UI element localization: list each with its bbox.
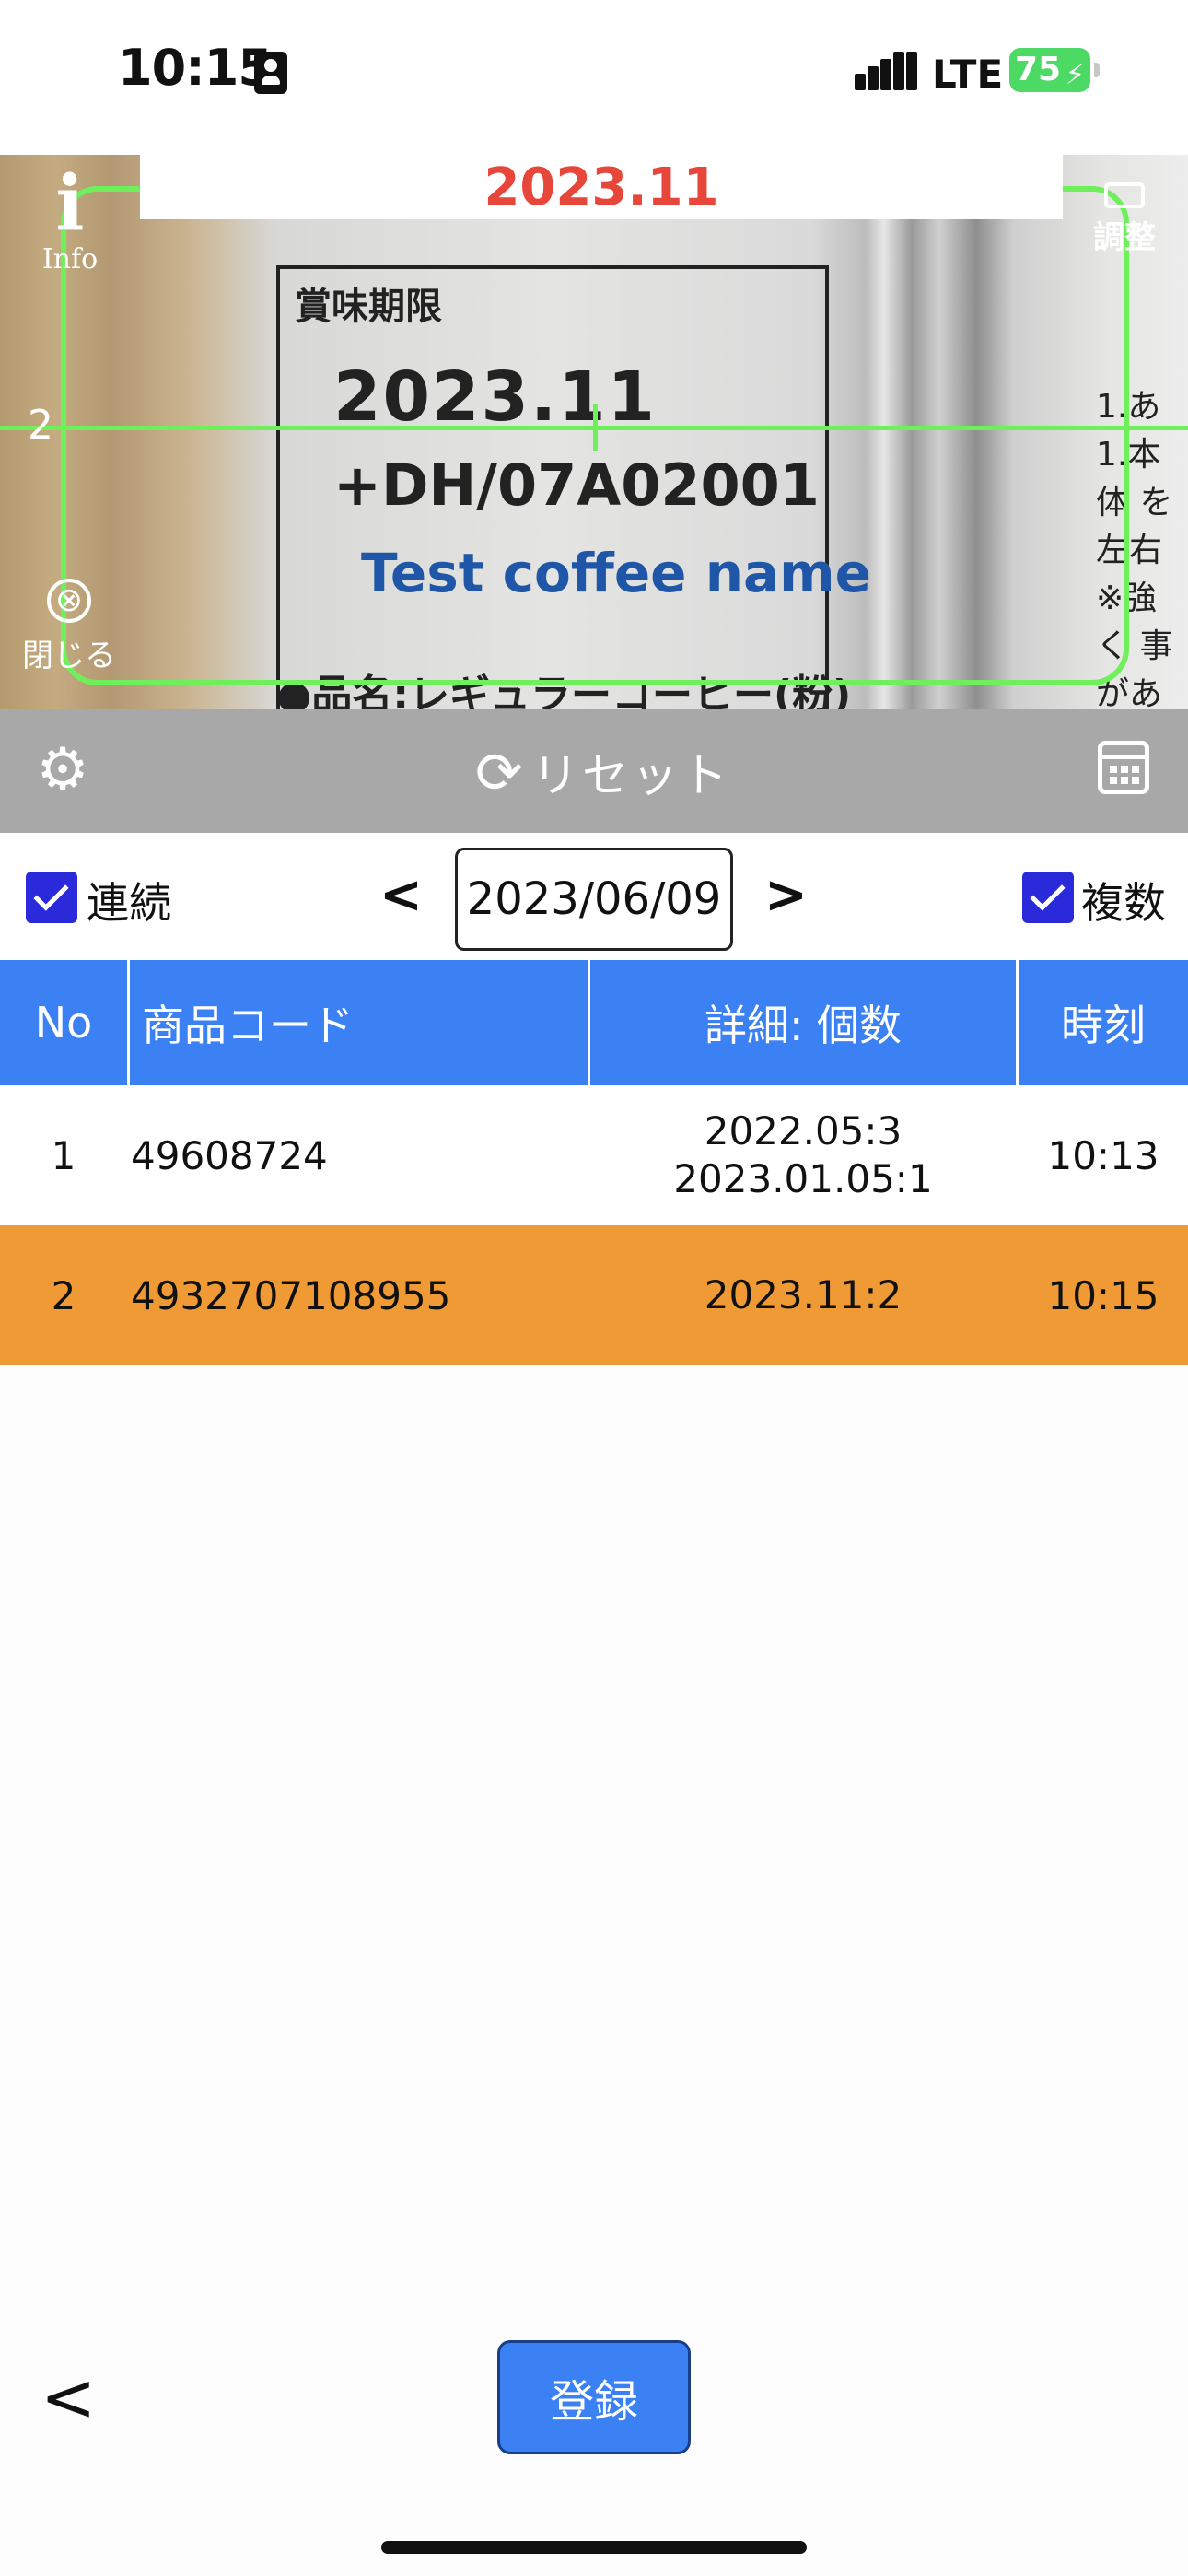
next-date-chevron-icon[interactable]: > (764, 870, 808, 921)
row-code: 4932707108955 (131, 1272, 451, 1318)
settings-gear-icon[interactable]: ⚙ (31, 739, 94, 802)
row-no: 1 (51, 1132, 76, 1178)
date-field[interactable]: 2023/06/09 (455, 848, 733, 951)
close-camera-button[interactable]: ⊗ 閉じる (18, 579, 120, 689)
prev-date-chevron-icon[interactable]: < (379, 870, 423, 921)
header-time: 時刻 (1061, 1001, 1146, 1050)
row-time: 10:15 (1047, 1272, 1159, 1318)
scan-result-text: 2023.11 (483, 157, 719, 217)
scan-result-banner: 2023.11 (140, 155, 1063, 219)
continuous-label[interactable]: 連続 (87, 870, 171, 931)
row-no: 2 (51, 1272, 76, 1318)
register-button[interactable]: 登録 (497, 2340, 691, 2454)
camera-preview[interactable]: 賞味期限 2023.11 +DH/07A02001 Test coffee na… (0, 155, 1188, 709)
close-label: 閉じる (22, 638, 116, 674)
row-detail-line: 2023.01.05:1 (673, 1156, 933, 1201)
table-row[interactable]: 1 49608724 2022.05:3 2023.01.05:1 10:13 (0, 1085, 1188, 1225)
scan-center-mark (593, 404, 598, 451)
home-indicator[interactable] (381, 2541, 807, 2554)
back-chevron-icon[interactable]: < (41, 2364, 96, 2430)
battery-indicator: 75 ⚡ (1009, 48, 1100, 92)
row-code: 49608724 (131, 1132, 328, 1178)
header-no: No (34, 998, 93, 1048)
table-row-selected[interactable]: 2 4932707108955 2023.11:2 10:15 (0, 1225, 1188, 1365)
row-detail-line: 2023.11:2 (704, 1272, 903, 1317)
status-time: 10:15 (118, 39, 273, 97)
options-row: 連続 < 2023/06/09 > 複数 (0, 833, 1188, 960)
info-icon: i (55, 159, 85, 248)
cellular-signal-icon (855, 52, 917, 90)
info-button[interactable]: i Info (33, 164, 107, 284)
battery-level: 75 (1015, 51, 1062, 88)
refresh-icon: ⟳ (475, 738, 523, 806)
row-detail: 2023.11:2 (590, 1225, 1016, 1365)
status-bar: 10:15 LTE 75 ⚡ (0, 0, 1188, 155)
video-camera-icon (1104, 182, 1145, 208)
header-divider (127, 960, 130, 1085)
line-number: 2 (28, 402, 53, 449)
network-type: LTE (932, 52, 1004, 97)
multiple-label[interactable]: 複数 (1081, 870, 1166, 931)
adjust-button[interactable]: 調整 (1074, 182, 1175, 275)
row-detail: 2022.05:3 2023.01.05:1 (590, 1085, 1016, 1225)
row-time: 10:13 (1047, 1132, 1159, 1178)
calendar-icon[interactable] (1098, 741, 1149, 794)
reset-label: リセット (531, 749, 731, 802)
header-detail: 詳細: 個数 (704, 1001, 903, 1050)
reset-button[interactable]: ⟳ リセット (475, 735, 731, 809)
close-icon: ⊗ (47, 579, 91, 623)
charging-bolt-icon: ⚡ (1065, 59, 1085, 91)
toolbar: ⚙ ⟳ リセット (0, 709, 1188, 833)
info-label: Info (41, 243, 99, 275)
contact-card-icon (254, 52, 287, 94)
adjust-label: 調整 (1093, 219, 1156, 256)
table-header: No 商品コード 詳細: 個数 時刻 (0, 960, 1188, 1085)
multiple-checkbox[interactable] (1022, 872, 1074, 923)
row-detail-line: 2022.05:3 (704, 1108, 903, 1153)
continuous-checkbox[interactable] (26, 872, 77, 923)
header-code: 商品コード (142, 1001, 354, 1050)
